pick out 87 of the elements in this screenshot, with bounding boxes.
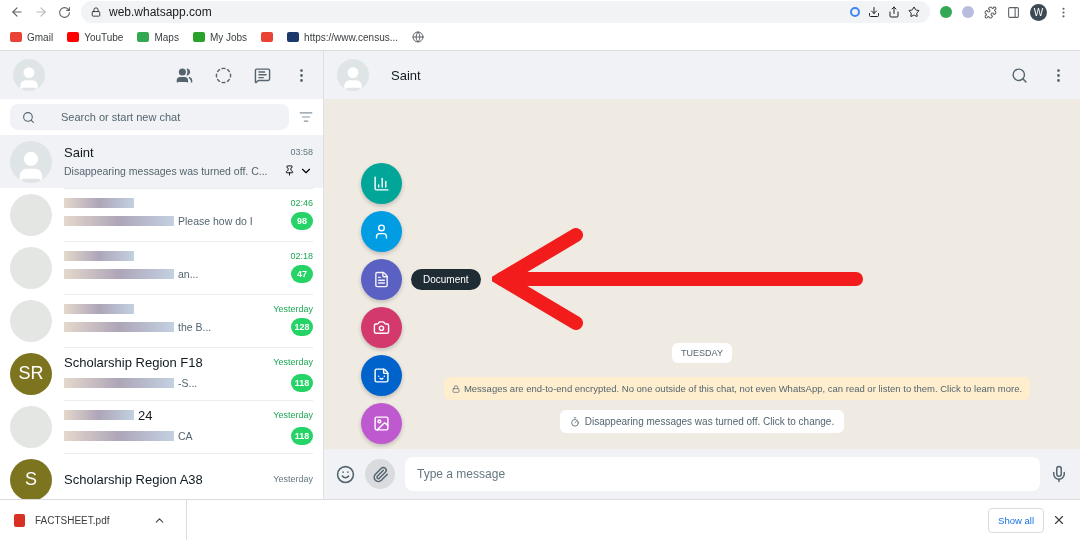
share-icon[interactable] — [888, 6, 900, 18]
star-icon[interactable] — [908, 6, 920, 18]
message-field[interactable]: Type a message — [405, 457, 1040, 491]
search-icon — [22, 110, 35, 124]
chat-time: 02:18 — [290, 251, 313, 261]
image-icon — [373, 415, 390, 432]
photo-placeholder — [10, 405, 52, 448]
photo-placeholder — [10, 299, 52, 342]
message-preview: an... — [178, 268, 199, 280]
chat-name: Saint — [64, 144, 94, 160]
notice-text: Messages are end-to-end encrypted. No one outside of this chat, not even WhatsApp, can read or listen to them. Click to learn more. — [463, 383, 1023, 394]
close-icon[interactable] — [1052, 513, 1066, 527]
unread-count: 118 — [291, 426, 313, 445]
day-label: TUESDAY — [672, 343, 732, 363]
address-bar[interactable]: web.whatsapp.com — [81, 1, 930, 23]
bar-chart-icon — [373, 175, 390, 192]
profile-avatar[interactable]: W — [1030, 3, 1047, 21]
pin-icon — [284, 165, 295, 176]
mic-icon[interactable] — [1050, 465, 1068, 483]
download-file-name[interactable]: FACTSHEET.pdf — [35, 514, 110, 526]
message-preview: Disappearing messages was turned off. C... — [64, 164, 268, 177]
chat-name: 24 — [138, 407, 153, 423]
camera-button[interactable] — [361, 307, 402, 348]
unread-count: 118 — [291, 373, 313, 392]
chat-list-item[interactable]: Saint 03:58 Disappearing messages was turned off. C... — [0, 135, 323, 188]
avatar — [10, 140, 52, 183]
chat-time: Yesterday — [273, 357, 313, 367]
avatar: S — [10, 458, 52, 499]
unread-count: 47 — [291, 265, 313, 283]
chat-time: Yesterday — [273, 410, 313, 420]
new-chat-icon[interactable] — [254, 66, 271, 84]
lock-icon — [91, 7, 101, 17]
lock-icon — [451, 384, 460, 393]
person-button[interactable] — [361, 211, 402, 252]
download-icon[interactable] — [868, 6, 880, 18]
timer-icon — [569, 416, 580, 427]
search-field[interactable]: Search or start new chat — [10, 104, 289, 130]
pdf-file-icon — [14, 513, 25, 527]
document-icon — [373, 271, 390, 288]
system-text: Disappearing messages was turned off. Click to change. — [584, 416, 835, 427]
chat-time: Yesterday — [273, 474, 313, 484]
message-preview: Please how do I — [178, 215, 253, 227]
chat-time: 03:58 — [290, 147, 313, 157]
people-icon[interactable] — [176, 66, 193, 84]
message-preview: CA — [178, 429, 193, 442]
back-icon[interactable] — [10, 5, 24, 19]
unread-count: 98 — [291, 212, 313, 230]
emoji-icon[interactable] — [336, 464, 355, 484]
bookmark[interactable]: YouTube — [67, 31, 124, 43]
chat-time: Yesterday — [273, 304, 313, 314]
attach-button[interactable] — [365, 459, 395, 489]
bookmark[interactable]: https://www.census... — [287, 31, 399, 43]
camera-icon — [373, 319, 390, 336]
avatar: SR — [10, 352, 52, 395]
tooltip: Document — [411, 269, 481, 290]
bookmark[interactable] — [412, 31, 425, 43]
bookmark[interactable]: My Jobs — [192, 31, 248, 43]
encryption-notice[interactable]: Messages are end-to-end encrypted. No one outside of this chat, not even WhatsApp, can read or listen to them. Click to learn more. — [443, 377, 1031, 400]
chat-name: Scholarship Region A38 — [64, 471, 203, 487]
bookmark[interactable]: Gmail — [10, 31, 54, 43]
reload-icon[interactable] — [58, 5, 71, 19]
sticker-button[interactable] — [361, 355, 402, 396]
chat-time: 02:46 — [290, 198, 313, 208]
document-button[interactable] — [361, 259, 402, 300]
message-preview: the B... — [178, 321, 212, 333]
unread-count: 128 — [291, 318, 313, 336]
globe-icon — [412, 31, 425, 43]
system-message[interactable]: Disappearing messages was turned off. Click to change. — [559, 410, 845, 433]
bookmark[interactable]: Maps — [137, 31, 179, 43]
contact-name[interactable]: Saint — [391, 67, 421, 83]
status-icon[interactable] — [215, 66, 232, 84]
extension-icon[interactable] — [940, 6, 952, 18]
sticker-icon — [373, 367, 390, 384]
photo-placeholder — [10, 246, 52, 289]
paperclip-icon — [371, 465, 389, 483]
photo-placeholder — [10, 193, 52, 236]
person-icon — [373, 223, 390, 240]
chat-name: Scholarship Region F18 — [64, 354, 203, 370]
show-all-button[interactable]: Show all — [988, 507, 1044, 533]
g-logo-icon — [850, 7, 860, 17]
bar-chart-button[interactable] — [361, 163, 402, 204]
search-icon[interactable] — [1011, 66, 1028, 84]
avatar — [337, 59, 369, 91]
side-panel-icon[interactable] — [1007, 5, 1020, 19]
message-preview: -S... — [178, 376, 198, 389]
image-button[interactable] — [361, 403, 402, 444]
puzzle-icon[interactable] — [984, 5, 997, 19]
